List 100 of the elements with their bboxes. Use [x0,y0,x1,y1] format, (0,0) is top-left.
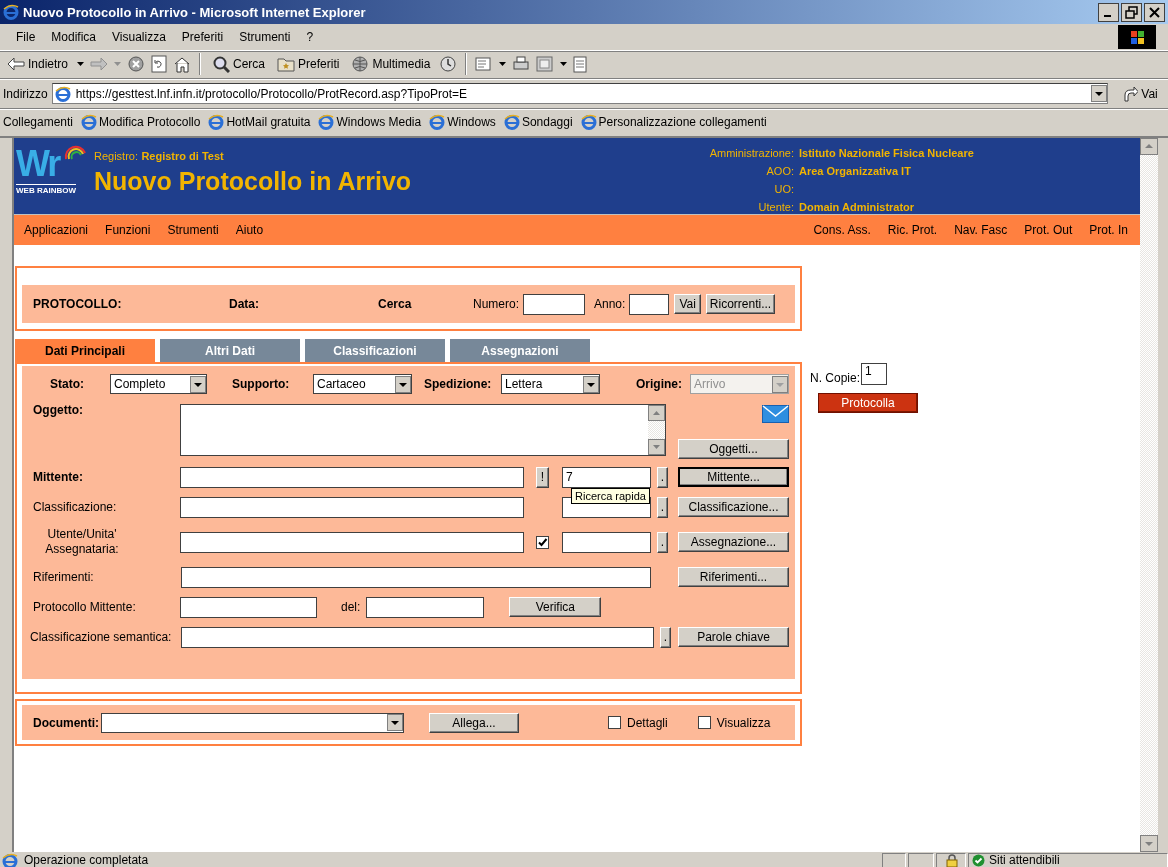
lookup-button[interactable]: . [657,466,668,488]
favorites-button[interactable]: Preferiti [274,56,343,72]
printer-icon[interactable] [512,56,531,72]
info-value: Area Organizzativa IT [799,164,912,179]
tab[interactable]: Classificazioni [305,339,445,362]
envelope-icon[interactable] [762,405,789,423]
go-button[interactable]: Vai [1112,85,1168,102]
back-arrow-icon [7,57,25,71]
go-button[interactable]: Vai [674,294,701,314]
sender-field[interactable] [180,466,524,488]
folder-star-icon [277,56,296,72]
info-value: Istituto Nazionale Fisica Nucleare [799,146,975,161]
year-field[interactable] [629,293,670,315]
code-field[interactable]: 7 [562,466,651,488]
field-label: Classificazione semantica: [29,630,173,644]
assignment-button[interactable]: Assegnazione... [678,532,789,552]
field-label: Riferimenti: [32,570,95,584]
classification-button[interactable]: Classificazione... [678,497,789,517]
checkbox-label: Dettagli [627,715,668,730]
link[interactable]: HotMail gratuita [208,113,311,130]
scroll-down-icon[interactable] [1140,835,1158,852]
register-button[interactable]: Protocolla [818,393,918,413]
media-button[interactable]: Multimedia [348,55,434,73]
dropdown[interactable] [101,712,404,733]
menu-item[interactable]: Strumenti [231,30,299,44]
menu-item[interactable]: Nav. Fasc [954,223,1008,237]
text-field[interactable] [181,566,651,588]
field-label: Spedizione: [424,377,493,391]
menu-item[interactable]: Strumenti [167,223,219,237]
menu-item[interactable]: ? [298,30,322,44]
caret-icon[interactable] [499,62,507,66]
history-icon[interactable] [439,55,458,73]
address-label: Indirizzo [3,86,48,101]
checkbox[interactable] [536,535,549,549]
dropdown[interactable]: Cartaceo [313,374,412,394]
scrollbar[interactable] [648,405,665,455]
menu-item[interactable]: Prot. In [1089,223,1128,237]
menu-item[interactable]: Cons. Ass. [813,223,871,237]
flag-button[interactable]: ! [536,466,549,488]
close-icon[interactable] [1144,2,1165,22]
code-field[interactable] [562,531,651,553]
tab[interactable]: Assegnazioni [450,339,590,362]
refresh-icon[interactable] [151,55,168,73]
menu-item[interactable]: Ric. Prot. [887,223,938,237]
menu-item[interactable]: Funzioni [105,223,151,237]
attach-button[interactable]: Allega... [429,712,519,733]
search-button[interactable]: Cerca [209,55,269,73]
scroll-up-icon [648,405,665,421]
scroll-up-icon[interactable] [1140,138,1158,155]
verify-button[interactable]: Verifica [509,597,602,617]
link[interactable]: Modifica Protocollo [81,113,201,130]
caret-icon[interactable] [560,62,568,66]
recurring-button[interactable]: Ricorrenti... [705,294,776,314]
address-field[interactable]: https://gesttest.lnf.infn.it/protocollo/Protocollo/ProtRecord.asp?TipoProt=E [51,83,1108,104]
references-button[interactable]: Riferimenti... [678,567,789,587]
text-field[interactable] [180,596,317,618]
menu-item[interactable]: Visualizza [104,30,174,44]
link[interactable]: Windows Media [318,113,422,130]
dropdown[interactable]: Lettera [501,374,600,394]
menu-item[interactable]: Modifica [43,30,105,44]
menu-item[interactable]: File [8,30,44,44]
info-label: Amministrazione: [709,146,794,161]
menu-item[interactable]: Applicazioni [24,223,89,237]
dropdown[interactable]: Completo [110,374,207,394]
field-label: del: [341,600,361,614]
text-field[interactable] [180,531,524,553]
logo-caption: WEB RAINBOW [16,184,76,195]
copies-field[interactable]: 1 [861,363,888,385]
security-zone: Siti attendibili [989,853,1060,867]
lookup-button[interactable]: . [657,531,668,553]
home-icon[interactable] [173,55,192,73]
link[interactable]: Sondaggi [503,113,573,130]
text-field[interactable] [181,626,654,648]
checkbox[interactable] [608,716,621,729]
subject-textarea[interactable] [180,404,666,456]
tab[interactable]: Dati Principali [15,339,155,362]
stop-icon[interactable] [127,55,146,73]
objects-button[interactable]: Oggetti... [678,439,789,459]
text-field[interactable] [180,496,524,518]
checkbox[interactable] [697,716,711,729]
date-field[interactable] [366,596,485,618]
windows-logo-icon [1118,25,1156,49]
back-button[interactable]: Indietro [4,57,72,71]
restore-icon[interactable] [1121,2,1142,22]
link[interactable]: Windows [429,113,496,130]
page-icon [54,85,71,102]
number-field[interactable] [523,293,585,315]
menu-item[interactable]: Preferiti [173,30,232,44]
menu-item[interactable]: Aiuto [235,223,264,237]
page-icon [429,113,446,130]
caret-icon[interactable] [77,62,85,66]
tab[interactable]: Altri Dati [160,339,300,362]
minimize-icon[interactable] [1098,2,1119,22]
sender-button[interactable]: Mittente... [678,467,789,487]
link[interactable]: Personalizzazione collegamenti [580,113,767,130]
keywords-button[interactable]: Parole chiave [678,627,789,647]
document-icon[interactable] [573,55,588,73]
lookup-button[interactable]: . [657,496,668,518]
menu-item[interactable]: Prot. Out [1024,223,1073,237]
lookup-button[interactable]: . [660,626,671,648]
